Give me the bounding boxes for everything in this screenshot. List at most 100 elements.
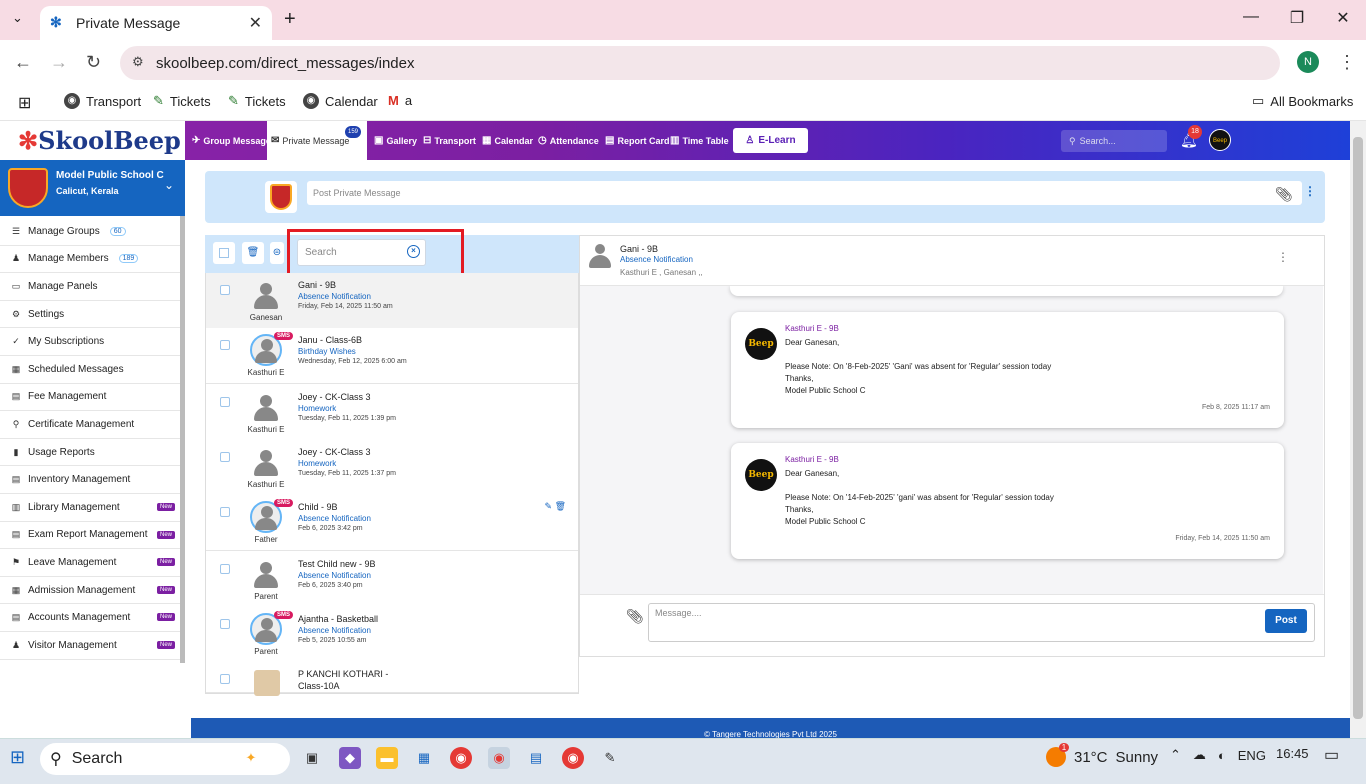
- table-row[interactable]: Ganesan Gani - 9B Absence Notification Frid…: [206, 273, 578, 329]
- sidebar-item-my-subscriptions[interactable]: ✓ My Subscriptions: [0, 328, 180, 356]
- chrome-active-icon[interactable]: ◉: [488, 747, 510, 769]
- language-indicator[interactable]: ENG: [1238, 748, 1266, 763]
- sidebar-item-scheduled-messages[interactable]: ▦ Scheduled Messages: [0, 356, 180, 384]
- copilot-icon[interactable]: ◆: [339, 747, 361, 769]
- new-tab-icon[interactable]: +: [284, 8, 296, 31]
- composer-menu-icon[interactable]: ⋮: [1304, 184, 1316, 198]
- sidebar-item-leave-management[interactable]: ⚑ Leave Management New: [0, 549, 180, 577]
- nav-calendar[interactable]: ▦ Calendar: [478, 121, 537, 160]
- page-scrollbar[interactable]: [1350, 121, 1366, 738]
- browser-tab[interactable]: ✻ Private Message ✕: [40, 6, 272, 40]
- apps-grid-icon[interactable]: ⊞: [18, 93, 31, 113]
- row-checkbox[interactable]: [220, 397, 230, 407]
- table-row[interactable]: Parent Test Child new - 9B Absence Notific…: [206, 552, 578, 608]
- message-input[interactable]: Message....: [648, 603, 1315, 642]
- nav-report-card[interactable]: ▤ Report Card: [601, 121, 673, 160]
- school-switcher[interactable]: Model Public School C Calicut, Kerala ⌄: [0, 160, 185, 216]
- attachment-icon[interactable]: 📎︎: [1275, 186, 1293, 203]
- forward-icon[interactable]: →: [50, 52, 68, 73]
- nav-group-message[interactable]: ✈ Group Message: [188, 121, 275, 160]
- scrollbar-thumb[interactable]: [1353, 137, 1363, 719]
- sidebar-item-fee-management[interactable]: ▤ Fee Management: [0, 384, 180, 412]
- bookmark-tickets-2[interactable]: ✎ Tickets: [228, 93, 286, 109]
- clock[interactable]: 16:45: [1276, 746, 1309, 761]
- table-row[interactable]: SMS Father Child - 9B Absence Notification F…: [206, 495, 578, 551]
- chevron-up-icon[interactable]: ⌃: [1170, 747, 1181, 763]
- paint-icon[interactable]: ✎: [599, 747, 621, 769]
- table-row[interactable]: SMS Parent Ajantha - Basketball Absence Not…: [206, 607, 578, 663]
- post-private-message-input[interactable]: Post Private Message: [307, 181, 1302, 205]
- sidebar-item-label: Inventory Management: [28, 474, 131, 486]
- nav-time-table[interactable]: ▥ Time Table: [666, 121, 733, 160]
- row-checkbox[interactable]: [220, 340, 230, 350]
- store-icon[interactable]: ▦: [413, 747, 435, 769]
- site-info-icon[interactable]: ⚙: [132, 54, 144, 70]
- browser-menu-icon[interactable]: ⋮: [1338, 52, 1356, 73]
- bookmark-transport[interactable]: ◉ Transport: [64, 93, 141, 109]
- file-explorer-icon[interactable]: ▬: [376, 747, 398, 769]
- nav-gallery[interactable]: ▣ Gallery: [370, 121, 421, 160]
- delete-button[interactable]: 🗑︎: [242, 242, 264, 264]
- elearn-button[interactable]: ♙ E-Learn: [733, 128, 808, 153]
- sidebar-item-manage-panels[interactable]: ▭ Manage Panels: [0, 273, 180, 301]
- row-checkbox[interactable]: [220, 452, 230, 462]
- sidebar-item-manage-groups[interactable]: ☰ Manage Groups 60: [0, 218, 180, 246]
- archive-button[interactable]: ⊜: [270, 242, 284, 264]
- chrome-icon[interactable]: ◉: [450, 747, 472, 769]
- sidebar-item-usage-reports[interactable]: ▮ Usage Reports: [0, 439, 180, 467]
- edit-icon[interactable]: ✎: [545, 501, 553, 511]
- row-checkbox[interactable]: [220, 674, 230, 684]
- tab-list-chevron-icon[interactable]: ⌄: [12, 10, 23, 26]
- skoolbeep-logo[interactable]: ✻ SkoolBeep: [0, 121, 185, 160]
- conversation-menu-icon[interactable]: ⋮: [1277, 250, 1289, 264]
- minimize-icon[interactable]: —: [1236, 8, 1266, 26]
- attachment-icon[interactable]: 📎︎: [626, 608, 644, 625]
- post-button[interactable]: Post: [1265, 609, 1307, 633]
- sidebar-scrollbar[interactable]: [180, 216, 185, 663]
- row-checkbox[interactable]: [220, 507, 230, 517]
- restore-icon[interactable]: ❐: [1282, 8, 1312, 28]
- table-row[interactable]: Kasthuri E Joey - CK-Class 3 Homework Tuesd…: [206, 385, 578, 441]
- row-checkbox[interactable]: [220, 564, 230, 574]
- row-checkbox[interactable]: [220, 285, 230, 295]
- select-all-checkbox[interactable]: [213, 242, 235, 264]
- sidebar-item-library-management[interactable]: ▥ Library Management New: [0, 494, 180, 522]
- sidebar-item-settings[interactable]: ⚙ Settings: [0, 301, 180, 329]
- back-icon[interactable]: ←: [14, 52, 32, 73]
- windows-start-icon[interactable]: ⊞: [10, 747, 25, 768]
- trash-icon[interactable]: 🗑︎: [555, 501, 566, 511]
- url-bar[interactable]: ⚙ skoolbeep.com/direct_messages/index: [120, 46, 1280, 80]
- table-row[interactable]: P KANCHI KOTHARI - Class-10A: [206, 662, 578, 696]
- top-search-input[interactable]: ⚲ Search...: [1061, 130, 1167, 152]
- nav-attendance[interactable]: ◷ Attendance: [534, 121, 603, 160]
- bookmark-gmail[interactable]: Ma: [388, 93, 412, 108]
- reload-icon[interactable]: ↻: [86, 52, 101, 73]
- all-bookmarks[interactable]: ▭ All Bookmarks: [1252, 93, 1353, 109]
- sidebar-item-certificate-management[interactable]: ⚲ Certificate Management: [0, 411, 180, 439]
- sidebar-item-admission-management[interactable]: ▦ Admission Management New: [0, 577, 180, 605]
- close-tab-icon[interactable]: ✕: [249, 13, 262, 33]
- bookmark-calendar[interactable]: ◉ Calendar: [303, 93, 378, 109]
- table-row[interactable]: SMS Kasthuri E Janu - Class-6B Birthday Wis…: [206, 328, 578, 384]
- chrome-profile-icon[interactable]: ◉: [562, 747, 584, 769]
- sidebar-item-exam-report-management[interactable]: ▤ Exam Report Management New: [0, 522, 180, 550]
- notepad-icon[interactable]: ▤: [525, 747, 547, 769]
- bookmark-tickets-1[interactable]: ✎ Tickets: [153, 93, 211, 109]
- sidebar-item-visitor-management[interactable]: ♟ Visitor Management New: [0, 632, 180, 660]
- user-avatar[interactable]: Beep: [1209, 129, 1231, 151]
- row-checkbox[interactable]: [220, 619, 230, 629]
- nav-transport[interactable]: ⊟ Transport: [419, 121, 480, 160]
- profile-avatar[interactable]: N: [1297, 51, 1319, 73]
- volume-icon[interactable]: ◐: [1218, 748, 1226, 763]
- system-tray: ⌃ ☁ ◐ ENG: [1170, 747, 1266, 763]
- notification-center-icon[interactable]: ▭: [1324, 745, 1339, 765]
- sidebar-item-accounts-management[interactable]: ▤ Accounts Management New: [0, 604, 180, 632]
- network-icon[interactable]: ☁: [1193, 747, 1206, 763]
- close-window-icon[interactable]: ✕: [1328, 8, 1358, 28]
- sms-badge: SMS: [274, 499, 294, 507]
- sidebar-item-manage-members[interactable]: ♟ Manage Members 189: [0, 246, 180, 274]
- sender-name: Ganesan: [249, 313, 283, 322]
- table-row[interactable]: Kasthuri E Joey - CK-Class 3 Homework Tuesd…: [206, 440, 578, 496]
- task-view-icon[interactable]: ▣: [301, 747, 323, 769]
- sidebar-item-inventory-management[interactable]: ▤ Inventory Management: [0, 466, 180, 494]
